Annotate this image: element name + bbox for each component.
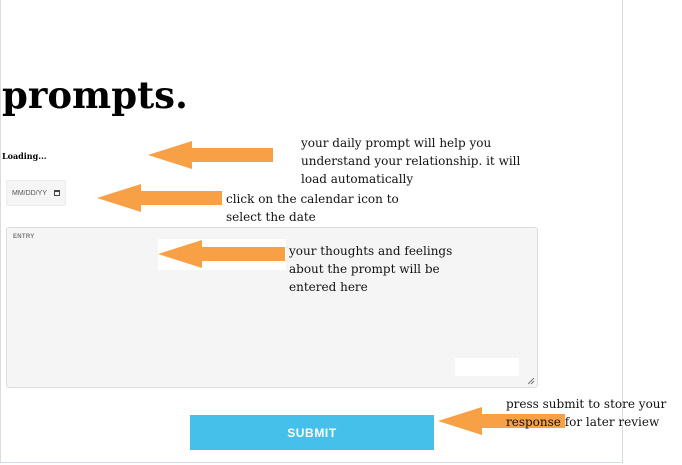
frame-border-right	[622, 0, 623, 463]
entry-overlay-patch	[455, 358, 519, 376]
frame-border-left	[0, 0, 1, 463]
date-input[interactable]: MM/DD/YY	[6, 180, 66, 206]
page-title: prompts.	[2, 73, 188, 117]
arrow-left-icon	[148, 141, 273, 169]
frame-border-bottom	[0, 462, 623, 463]
arrow-left-icon	[97, 184, 222, 212]
calendar-icon[interactable]	[54, 190, 60, 196]
entry-label: ENTRY	[13, 234, 35, 240]
page: prompts. Loading... MM/DD/YY ENTRY SUBMI…	[0, 0, 682, 465]
prompt-loading-text: Loading...	[2, 151, 47, 161]
entry-annotation: your thoughts and feelings about the pro…	[289, 244, 453, 294]
resize-grip-icon[interactable]	[528, 378, 535, 385]
submit-annotation: press submit to store your response for …	[506, 397, 667, 429]
submit-button[interactable]: SUBMIT	[190, 415, 434, 450]
arrow-left-icon	[158, 240, 285, 268]
date-placeholder: MM/DD/YY	[12, 189, 47, 197]
date-annotation: click on the calendar icon to select the…	[226, 192, 399, 224]
prompt-annotation: your daily prompt will help you understa…	[301, 136, 521, 186]
